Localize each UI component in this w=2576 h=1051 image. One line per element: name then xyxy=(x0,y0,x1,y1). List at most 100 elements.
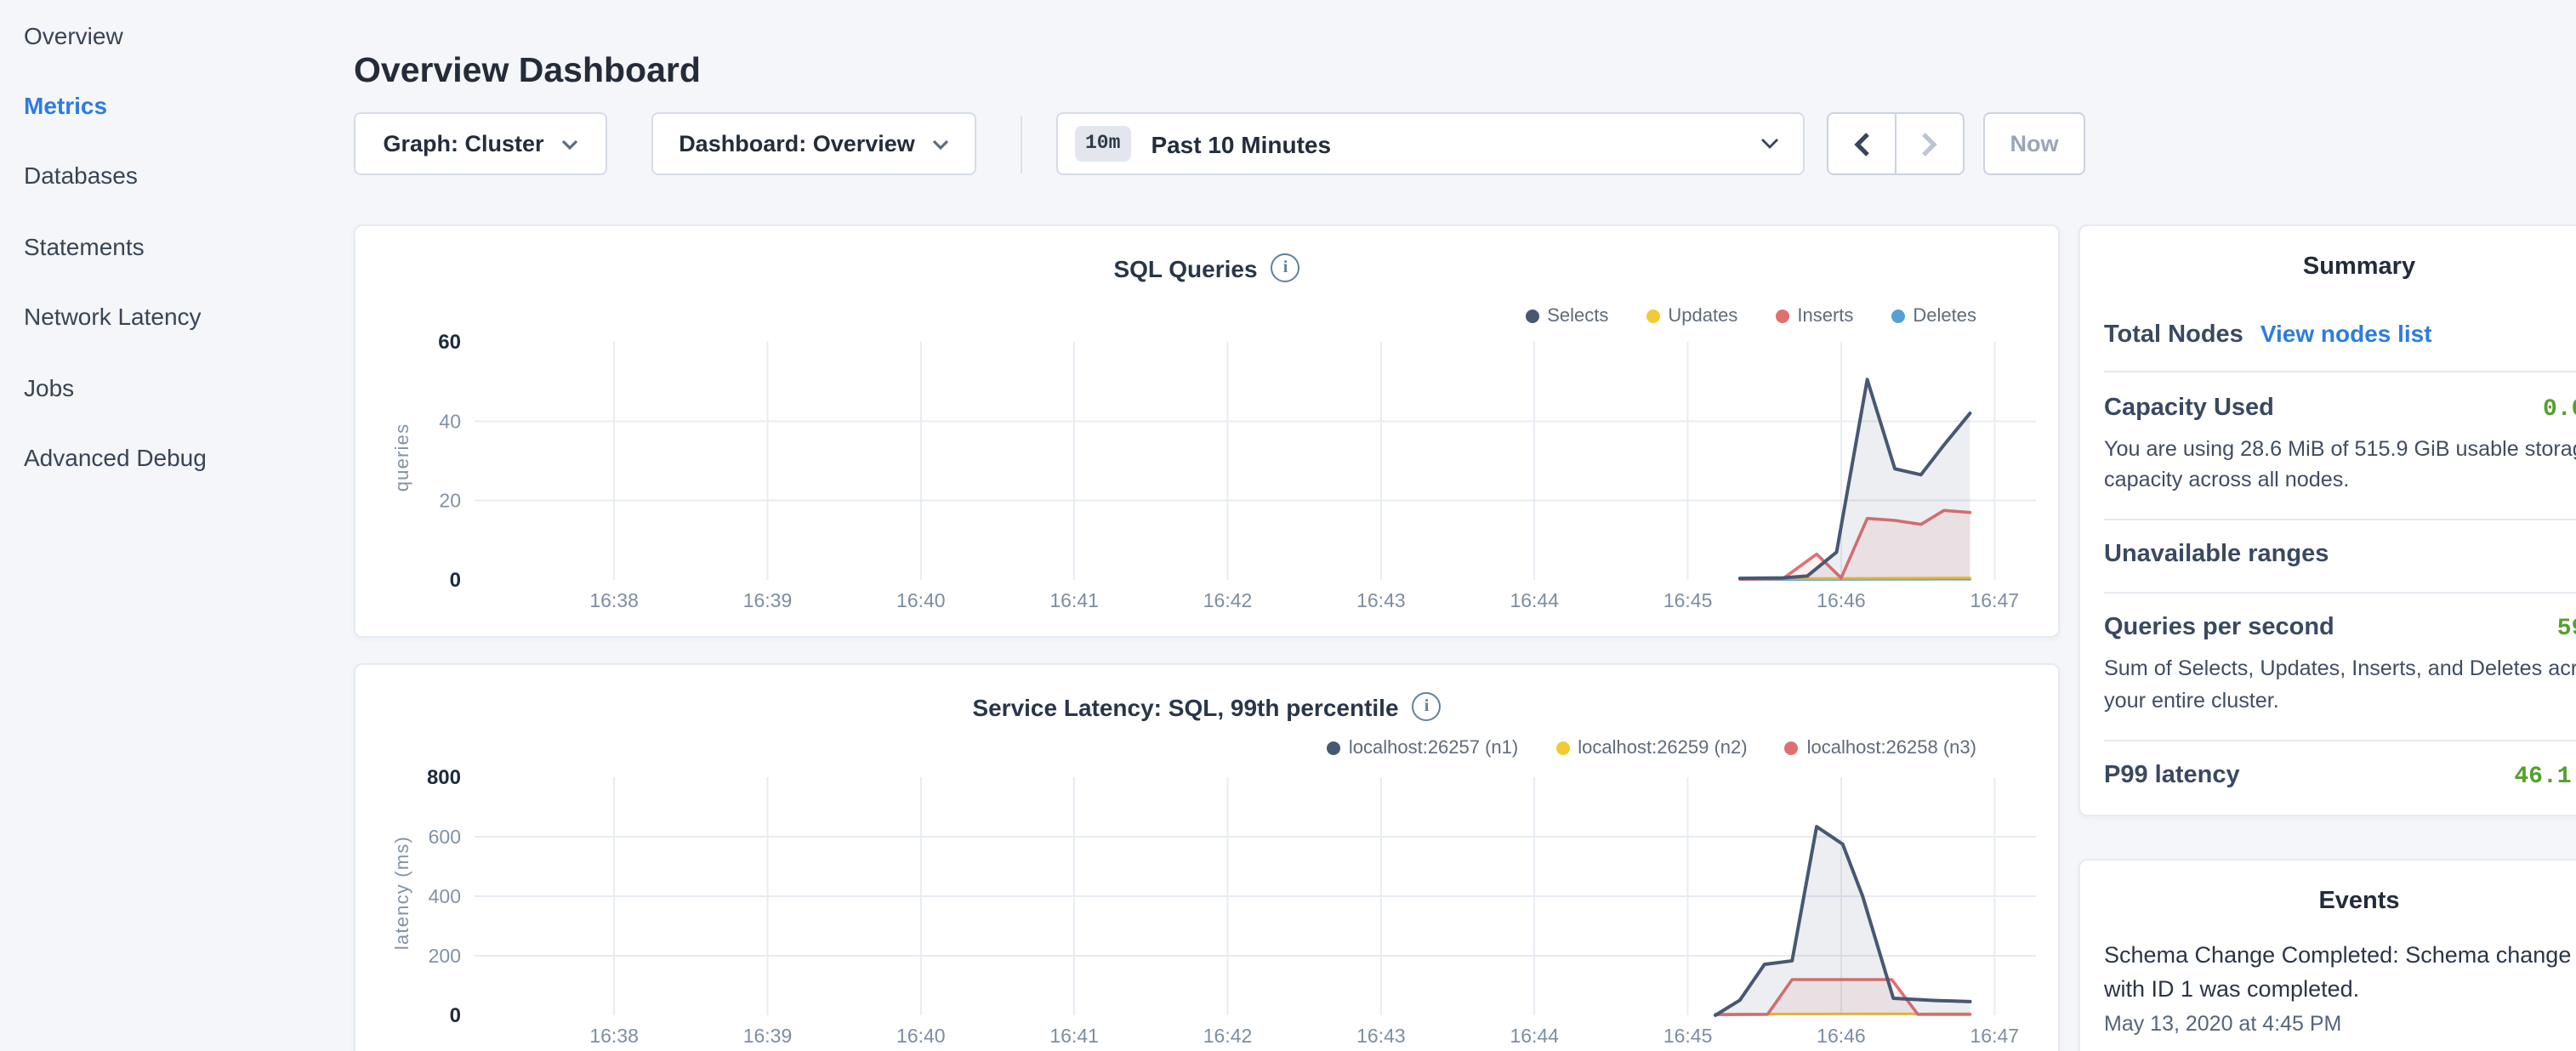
time-range-selector[interactable]: 10m Past 10 Minutes xyxy=(1056,112,1805,175)
sql-queries-chart-card: SQL Queries i Selects Updates Inserts Delet… xyxy=(354,224,2060,638)
legend-dot-icon xyxy=(1775,310,1788,323)
summary-label: Unavailable ranges xyxy=(2104,542,2329,569)
svg-text:0: 0 xyxy=(450,569,461,592)
summary-label: Capacity Used xyxy=(2104,394,2274,421)
legend-item[interactable]: Selects xyxy=(1525,306,1608,327)
summary-value: 59.7 xyxy=(2557,616,2576,644)
svg-text:16:43: 16:43 xyxy=(1356,589,1406,611)
chart-legend: localhost:26257 (n1) localhost:26259 (n2)… xyxy=(1327,738,1976,758)
legend-label: Updates xyxy=(1668,306,1737,327)
chevron-down-icon xyxy=(561,139,578,149)
legend-label: Inserts xyxy=(1797,306,1853,327)
svg-text:20: 20 xyxy=(439,490,461,512)
legend-label: Selects xyxy=(1547,306,1608,327)
sql-queries-chart: SQL Queries i Selects Updates Inserts Delet… xyxy=(355,226,2058,636)
svg-text:0: 0 xyxy=(450,1004,461,1027)
summary-title: Summary xyxy=(2080,226,2576,281)
summary-description: Sum of Selects, Updates, Inserts, and De… xyxy=(2104,654,2576,719)
svg-text:16:47: 16:47 xyxy=(1970,589,2020,611)
service-latency-chart-card: Service Latency: SQL, 99th percentile i … xyxy=(354,663,2060,1051)
svg-text:16:40: 16:40 xyxy=(896,589,946,611)
chevron-down-icon xyxy=(1760,138,1779,150)
svg-text:40: 40 xyxy=(439,410,461,432)
summary-label: Queries per second xyxy=(2104,615,2334,642)
summary-label: Total Nodes xyxy=(2104,321,2243,348)
db-console-page: Overview Metrics Databases Statements Ne… xyxy=(0,0,2576,1051)
sidebar-item-jobs[interactable]: Jobs xyxy=(0,352,354,423)
legend-item[interactable]: Deletes xyxy=(1891,306,1976,327)
chart-canvas: 16:38 16:39 16:40 16:41 16:42 16:43 16:44 16:45… xyxy=(403,769,2036,1051)
legend-item[interactable]: localhost:26258 (n3) xyxy=(1785,738,1976,758)
sidebar-item-network-latency[interactable]: Network Latency xyxy=(0,281,354,352)
info-icon[interactable]: i xyxy=(1271,253,1300,282)
summary-row-capacity-used: Capacity Used 0.01% You are using 28.6 M… xyxy=(2104,371,2576,519)
event-item[interactable]: Schema Change Completed: Schema change w… xyxy=(2080,915,2576,1036)
summary-row-p99-latency: P99 latency 46.1 ms xyxy=(2104,739,2576,812)
svg-text:800: 800 xyxy=(427,769,461,789)
svg-text:16:46: 16:46 xyxy=(1817,589,1866,611)
svg-text:16:42: 16:42 xyxy=(1203,1025,1253,1047)
now-button[interactable]: Now xyxy=(1983,112,2085,175)
prev-range-button[interactable] xyxy=(1828,114,1896,173)
svg-text:16:40: 16:40 xyxy=(896,1025,946,1047)
svg-text:16:41: 16:41 xyxy=(1049,1025,1099,1047)
summary-description: You are using 28.6 MiB of 515.9 GiB usab… xyxy=(2104,433,2576,497)
svg-text:200: 200 xyxy=(429,945,461,967)
time-range-badge: 10m xyxy=(1075,126,1130,162)
svg-text:16:45: 16:45 xyxy=(1663,1025,1713,1047)
sidebar-item-advanced-debug[interactable]: Advanced Debug xyxy=(0,423,354,493)
svg-text:60: 60 xyxy=(438,333,461,354)
info-icon[interactable]: i xyxy=(1413,692,1442,721)
legend-dot-icon xyxy=(1327,741,1340,755)
chart-title: Service Latency: SQL, 99th percentile xyxy=(972,693,1398,720)
events-title: Events xyxy=(2080,861,2576,915)
legend-dot-icon xyxy=(1555,741,1569,755)
graph-dropdown[interactable]: Graph: Cluster xyxy=(354,112,607,175)
summary-row-unavailable-ranges: Unavailable ranges 0 xyxy=(2104,519,2576,592)
svg-text:16:38: 16:38 xyxy=(589,1025,639,1047)
chart-title: SQL Queries xyxy=(1113,254,1257,281)
svg-text:400: 400 xyxy=(429,885,461,907)
svg-text:16:43: 16:43 xyxy=(1356,1025,1406,1047)
dashboard-dropdown[interactable]: Dashboard: Overview xyxy=(651,112,976,175)
summary-row-queries-per-second: Queries per second 59.7 Sum of Selects, … xyxy=(2104,592,2576,740)
legend-dot-icon xyxy=(1525,310,1538,323)
legend-item[interactable]: Inserts xyxy=(1775,306,1853,327)
chart-plot: 16:3816:3916:4016:4116:4216:4316:4416:45… xyxy=(403,333,2036,626)
legend-item[interactable]: localhost:26257 (n1) xyxy=(1327,738,1518,758)
svg-text:16:38: 16:38 xyxy=(589,589,639,611)
svg-text:16:47: 16:47 xyxy=(1970,1025,2020,1047)
svg-text:16:39: 16:39 xyxy=(743,1025,793,1047)
legend-label: localhost:26257 (n1) xyxy=(1349,738,1518,758)
time-pager xyxy=(1827,112,1965,175)
event-timestamp: May 13, 2020 at 4:45 PM xyxy=(2104,1012,2576,1036)
events-panel: Events Schema Change Completed: Schema c… xyxy=(2078,859,2576,1051)
event-text: Schema Change Completed: Schema change w… xyxy=(2104,939,2576,1005)
legend-label: localhost:26258 (n3) xyxy=(1807,738,1976,758)
next-range-button[interactable] xyxy=(1896,114,1963,173)
chart-legend: Selects Updates Inserts Deletes xyxy=(1525,306,1976,327)
sidebar-item-statements[interactable]: Statements xyxy=(0,211,354,281)
legend-item[interactable]: localhost:26259 (n2) xyxy=(1555,738,1747,758)
sidebar-item-metrics[interactable]: Metrics xyxy=(0,71,354,141)
legend-label: Deletes xyxy=(1913,306,1976,327)
legend-item[interactable]: Updates xyxy=(1646,306,1737,327)
svg-text:16:44: 16:44 xyxy=(1510,589,1559,611)
sidebar-item-overview[interactable]: Overview xyxy=(0,0,354,71)
svg-text:16:46: 16:46 xyxy=(1817,1025,1866,1047)
sidebar-item-databases[interactable]: Databases xyxy=(0,141,354,212)
svg-text:16:45: 16:45 xyxy=(1663,589,1713,611)
graph-dropdown-label: Graph: Cluster xyxy=(383,131,543,156)
svg-text:16:42: 16:42 xyxy=(1203,589,1253,611)
svg-text:16:39: 16:39 xyxy=(743,589,793,611)
svg-text:16:44: 16:44 xyxy=(1510,1025,1559,1047)
sidebar-nav: Overview Metrics Databases Statements Ne… xyxy=(0,0,354,1051)
page-title: Overview Dashboard xyxy=(354,50,701,91)
summary-label: P99 latency xyxy=(2104,762,2240,789)
legend-dot-icon xyxy=(1891,310,1904,323)
service-latency-chart: Service Latency: SQL, 99th percentile i … xyxy=(355,665,2058,1051)
view-nodes-list-link[interactable]: View nodes list xyxy=(2260,319,2432,346)
dashboard-dropdown-label: Dashboard: Overview xyxy=(679,131,915,156)
legend-dot-icon xyxy=(1646,310,1659,323)
summary-value: 0.01% xyxy=(2543,395,2576,423)
